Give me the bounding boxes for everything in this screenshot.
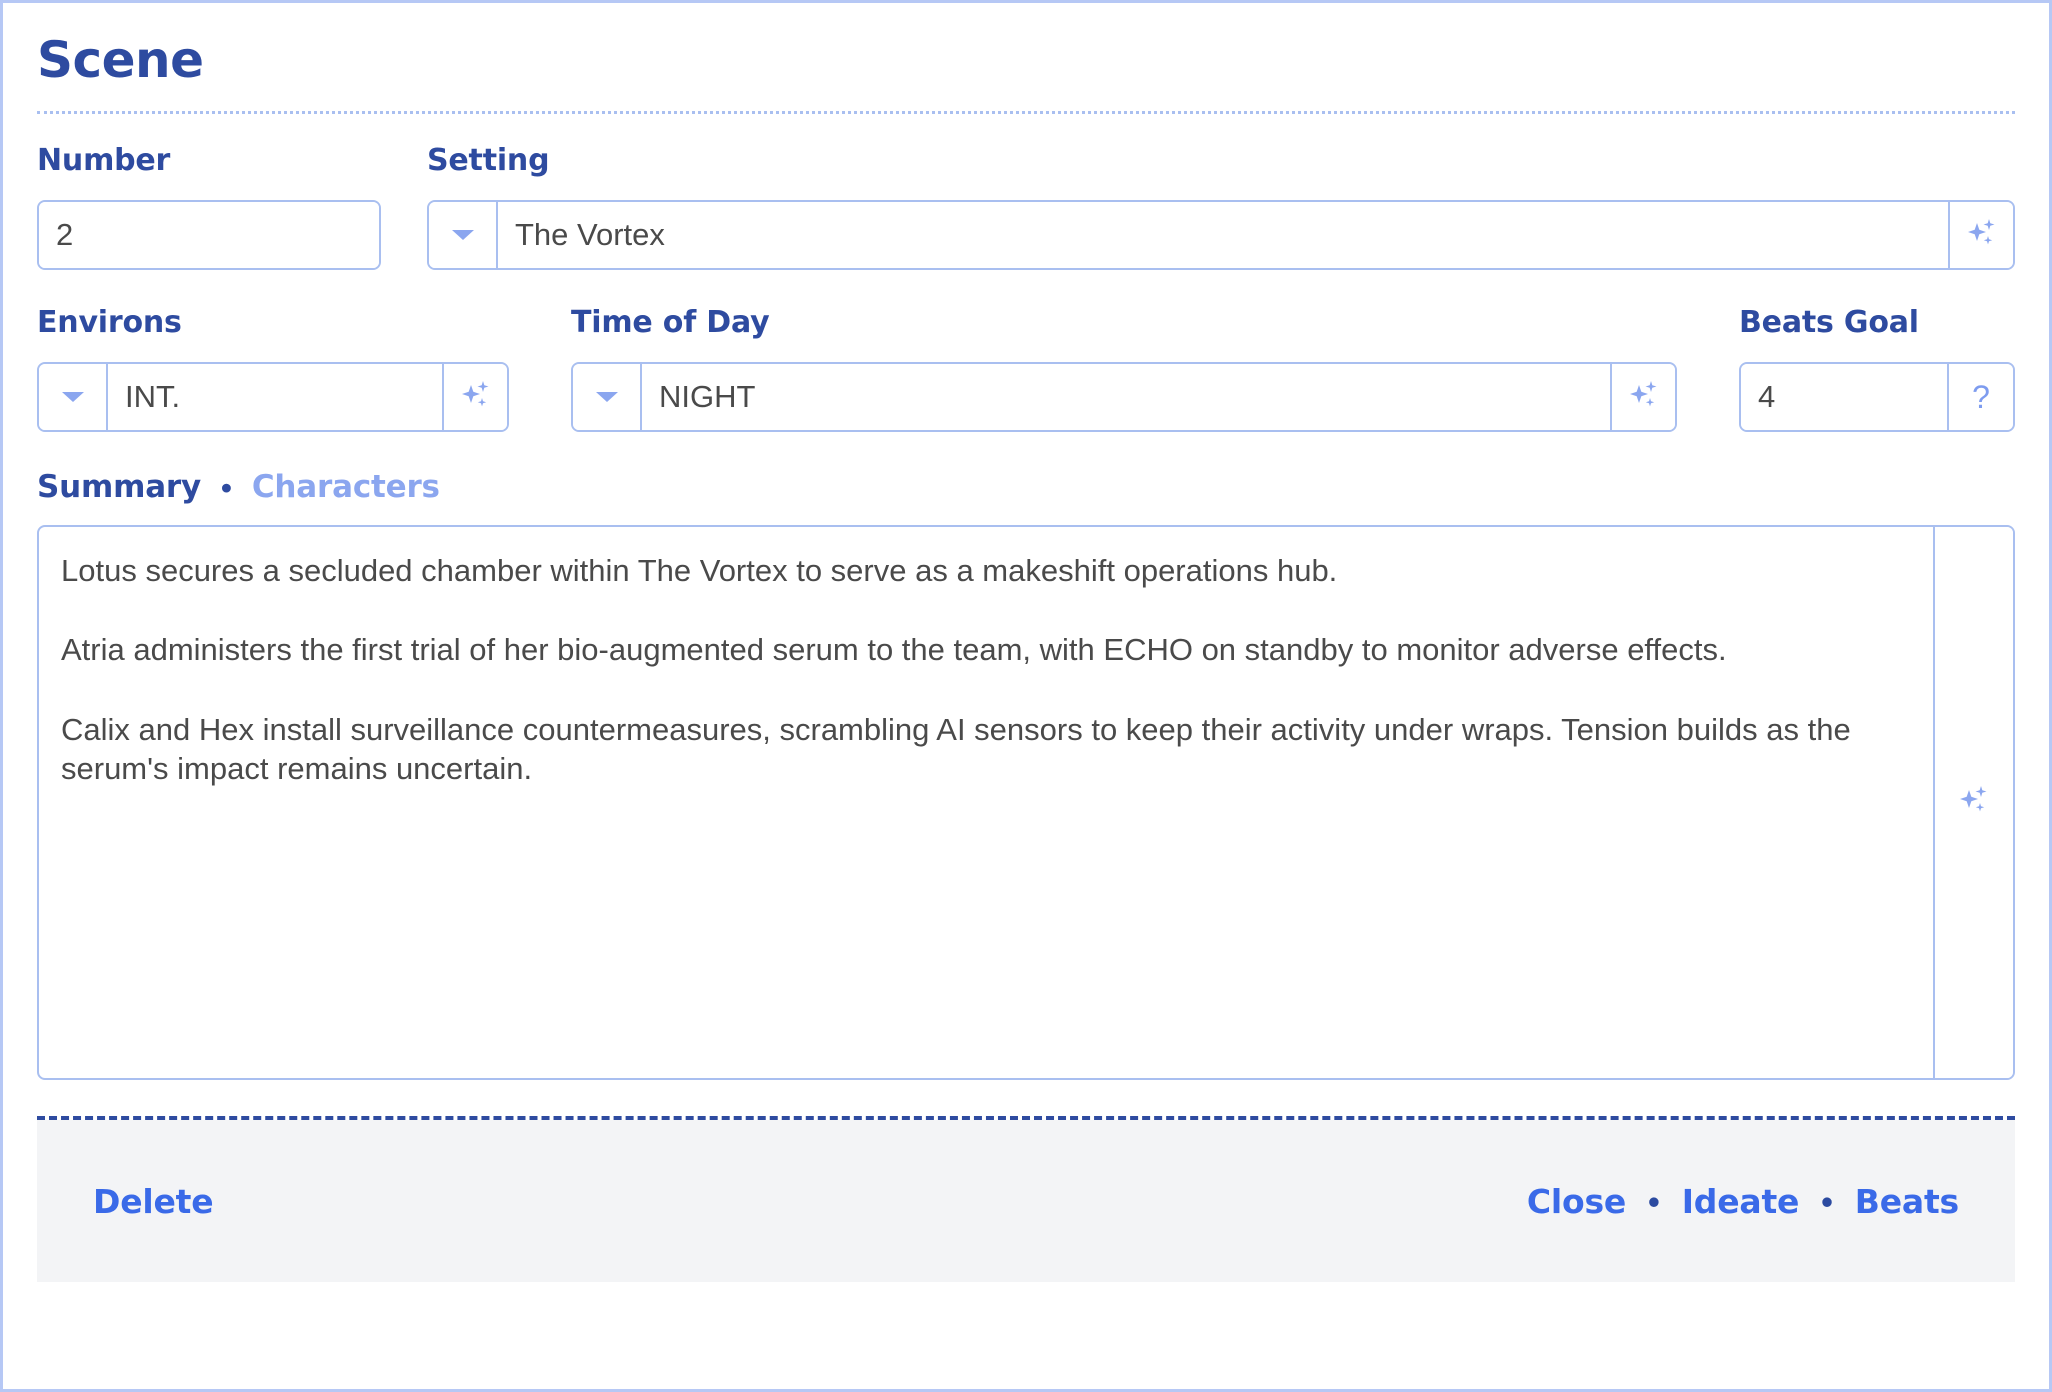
time-of-day-dropdown-button[interactable]	[573, 364, 640, 430]
scene-editor-panel: Scene Number 2 Setting The Vortex Enviro…	[0, 0, 2052, 1392]
time-of-day-label: Time of Day	[571, 305, 770, 340]
sparkles-icon	[1627, 378, 1661, 417]
setting-dropdown-button[interactable]	[429, 202, 496, 268]
title-divider	[37, 111, 2015, 114]
summary-textarea-wrapper: Lotus secures a secluded chamber within …	[37, 525, 2015, 1080]
sparkles-icon	[1957, 783, 1991, 822]
time-of-day-control: NIGHT	[571, 362, 1677, 432]
beats-goal-help-button[interactable]: ?	[1947, 364, 2013, 430]
footer-separator: •	[1821, 1182, 1833, 1220]
footer-separator: •	[1648, 1182, 1660, 1220]
beats-goal-input[interactable]: 4	[1741, 364, 1947, 430]
setting-control: The Vortex	[427, 200, 2015, 270]
summary-textarea[interactable]: Lotus secures a secluded chamber within …	[39, 527, 1935, 1078]
number-input[interactable]: 2	[39, 202, 379, 268]
delete-button[interactable]: Delete	[93, 1185, 214, 1218]
sparkles-icon	[459, 378, 493, 417]
tab-separator: •	[221, 470, 232, 505]
environs-control: INT.	[37, 362, 509, 432]
setting-ai-generate-button[interactable]	[1948, 202, 2013, 268]
footer-action-bar: Delete Close • Ideate • Beats	[37, 1120, 2015, 1282]
environs-label: Environs	[37, 305, 182, 340]
beats-goal-label: Beats Goal	[1739, 305, 1919, 340]
chevron-down-icon	[450, 227, 476, 243]
row-environs-tod-beats: Environs INT. Time of Day NIGHT Beats Go…	[37, 308, 2015, 432]
time-of-day-ai-generate-button[interactable]	[1610, 364, 1675, 430]
field-group-environs: Environs INT.	[37, 308, 509, 432]
field-group-setting: Setting The Vortex	[427, 146, 2015, 270]
field-group-time-of-day: Time of Day NIGHT	[571, 308, 1677, 432]
tab-summary[interactable]: Summary	[37, 472, 201, 503]
summary-ai-generate-button[interactable]	[1935, 527, 2013, 1078]
number-label: Number	[37, 143, 171, 178]
summary-characters-tabs: Summary • Characters	[37, 470, 2015, 505]
beats-button[interactable]: Beats	[1855, 1185, 1959, 1218]
page-title: Scene	[37, 31, 204, 89]
setting-input[interactable]: The Vortex	[496, 202, 1948, 268]
sparkles-icon	[1965, 216, 1999, 255]
environs-dropdown-button[interactable]	[39, 364, 106, 430]
tab-characters[interactable]: Characters	[252, 472, 440, 503]
number-control[interactable]: 2	[37, 200, 381, 270]
time-of-day-input[interactable]: NIGHT	[640, 364, 1610, 430]
ideate-button[interactable]: Ideate	[1682, 1185, 1800, 1218]
textarea-resize-handle[interactable]	[1907, 1052, 1929, 1074]
beats-goal-control: 4 ?	[1739, 362, 2015, 432]
environs-ai-generate-button[interactable]	[442, 364, 507, 430]
close-button[interactable]: Close	[1527, 1185, 1626, 1218]
setting-label: Setting	[427, 143, 550, 178]
field-group-beats-goal: Beats Goal 4 ?	[1739, 308, 2015, 432]
field-group-number: Number 2	[37, 146, 381, 270]
chevron-down-icon	[60, 389, 86, 405]
chevron-down-icon	[594, 389, 620, 405]
footer-right-actions: Close • Ideate • Beats	[1527, 1185, 1959, 1218]
environs-input[interactable]: INT.	[106, 364, 442, 430]
row-number-setting: Number 2 Setting The Vortex	[37, 146, 2015, 270]
